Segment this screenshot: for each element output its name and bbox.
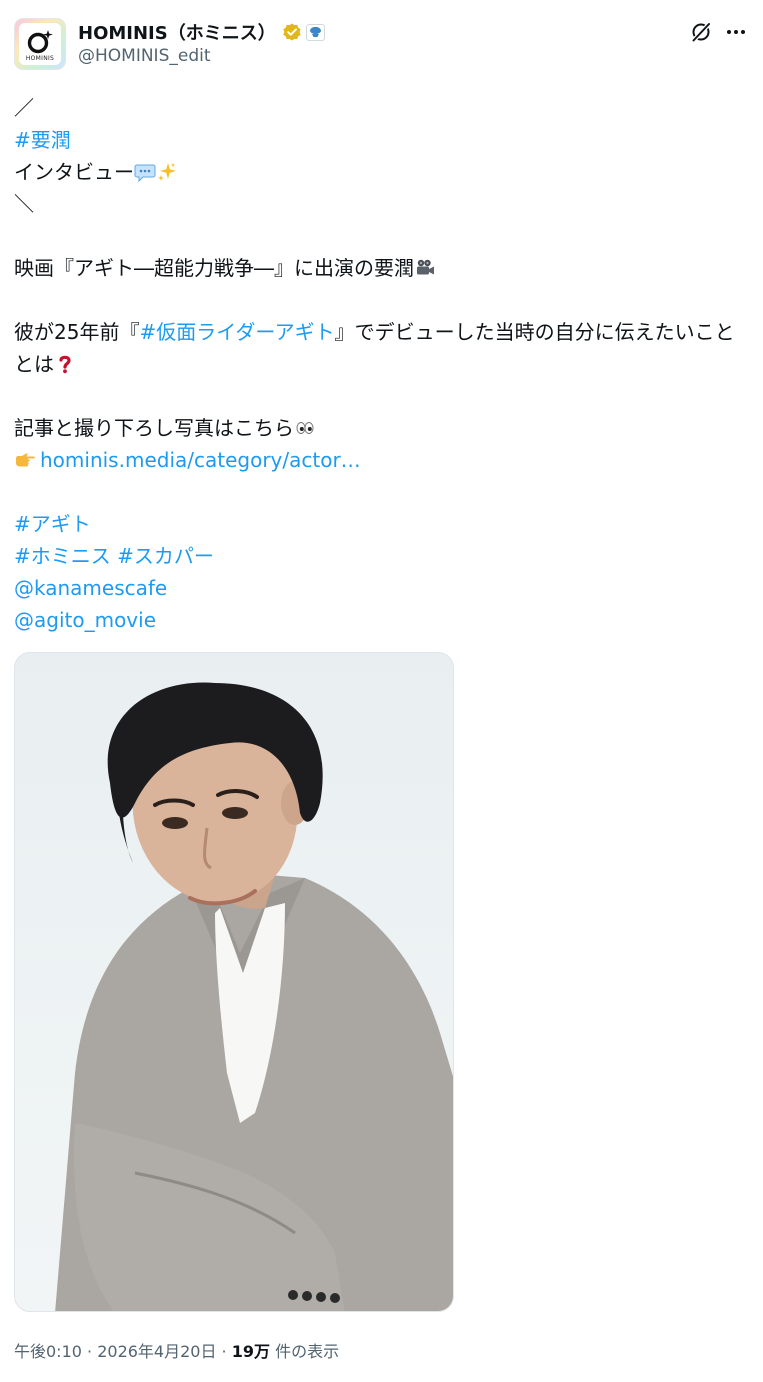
avatar-logo-text: HOMINIS <box>25 55 55 62</box>
author-handle[interactable]: @HOMINIS_edit <box>78 46 211 66</box>
text-line: インタビュー <box>14 156 744 188</box>
hashtag-link[interactable]: #ホミニス <box>14 544 111 568</box>
text-line: 彼が25年前『#仮面ライダーアギト』でデビューした当時の自分に伝えたいこととは <box>14 320 735 376</box>
tweet: HOMINIS HOMINIS（ホミニス） @HOMINIS_edit ／ #要… <box>0 0 763 1382</box>
tweet-photo[interactable] <box>14 652 454 1312</box>
mention-link[interactable]: @agito_movie <box>14 608 156 632</box>
question-mark-emoji <box>59 355 71 374</box>
avatar[interactable]: HOMINIS <box>14 18 66 70</box>
text-line: ／ <box>14 96 34 120</box>
more-icon[interactable] <box>724 20 748 44</box>
tweet-date[interactable]: 2026年4月20日 <box>97 1342 216 1361</box>
hashtag-link[interactable]: #要潤 <box>14 128 71 152</box>
grok-icon[interactable] <box>689 20 713 44</box>
text-line: 記事と撮り下ろし写真はこちら <box>14 412 744 444</box>
text-line: 映画『アギト―超能力戦争―』に出演の要潤 <box>14 252 744 284</box>
eyes-emoji <box>296 422 314 434</box>
views-count: 19万 <box>231 1342 271 1361</box>
display-name[interactable]: HOMINIS（ホミニス） <box>78 19 276 45</box>
portrait-image <box>55 682 453 1311</box>
views-label: 件の表示 <box>270 1342 340 1361</box>
text-line: hominis.media/category/actor… <box>14 444 744 476</box>
verified-badge-icon <box>283 23 301 41</box>
movie-camera-emoji <box>417 259 434 275</box>
speech-bubble-emoji <box>134 164 156 183</box>
affiliate-badge-icon[interactable] <box>305 23 325 41</box>
hashtag-link[interactable]: #アギト <box>14 512 91 536</box>
article-link[interactable]: hominis.media/category/actor… <box>40 448 361 472</box>
author-name-row[interactable]: HOMINIS（ホミニス） <box>78 20 325 44</box>
hominis-logo-icon <box>27 30 53 54</box>
hashtag-link[interactable]: #仮面ライダーアギト <box>139 320 334 344</box>
text-line: ＼ <box>14 192 34 216</box>
tweet-text: ／ #要潤 インタビュー ＼ 映画『アギト―超能力戦争―』に出演の要潤 彼が25… <box>14 92 744 636</box>
mention-link[interactable]: @kanamescafe <box>14 576 167 600</box>
pointing-right-emoji <box>16 453 35 467</box>
tweet-time[interactable]: 午後0:10 <box>14 1342 82 1361</box>
tweet-meta: 午後0:10 · 2026年4月20日 · 19万 件の表示 <box>14 1342 340 1361</box>
hashtag-link[interactable]: #スカパー <box>117 544 214 568</box>
sparkles-emoji <box>158 163 176 181</box>
